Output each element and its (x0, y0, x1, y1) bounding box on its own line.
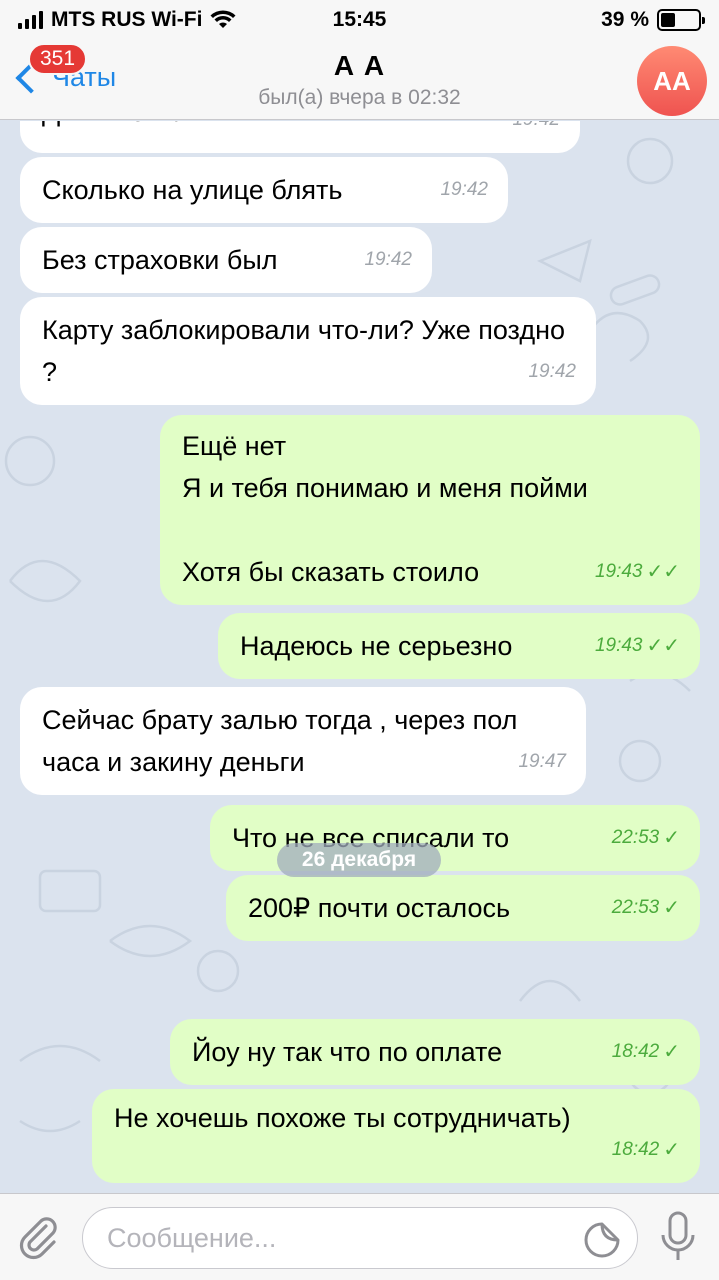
message-time-text: 19:42 (364, 249, 412, 270)
message-time: 19:43 ✓✓ (595, 625, 680, 667)
incoming-message[interactable]: Д Т Т понял 19:42 (20, 121, 580, 153)
message-time: 19:42 (364, 239, 412, 281)
incoming-message[interactable]: Сейчас брату залью тогда , через пол час… (20, 687, 586, 795)
message-text: Сейчас брату залью тогда , через пол час… (42, 705, 518, 777)
message-text: Йоу ну так что по оплате (192, 1037, 503, 1067)
message-text: Сколько на улице блять (42, 175, 343, 205)
check-icon: ✓ (663, 897, 680, 919)
message-list[interactable]: Д Т Т понял 19:42 Сколько на улице блять 19… (0, 121, 719, 1193)
check-icon: ✓ (663, 827, 680, 849)
message-text: Д Т Т понял (42, 121, 470, 133)
avatar[interactable]: AA (637, 46, 707, 116)
message-text: Не хочешь похоже ты сотрудничать) (114, 1103, 571, 1133)
message-time: 19:43 ✓✓ (595, 551, 680, 593)
message-text: Надеюсь не серьезно (240, 631, 513, 661)
message-time-text: 18:42 (611, 1041, 660, 1062)
chat-title[interactable]: А А (0, 50, 719, 82)
message-time-text: 18:42 (611, 1139, 660, 1160)
message-time-text: 19:42 (512, 121, 560, 141)
message-time-text: 19:47 (518, 751, 566, 772)
date-separator: 26 декабря (277, 843, 441, 877)
microphone-icon[interactable] (660, 1211, 696, 1263)
message-time-text: 19:43 (594, 635, 643, 656)
message-text: 200₽ почти осталось (248, 893, 511, 923)
message-time-text: 22:53 (611, 827, 660, 848)
message-time-text: 19:42 (528, 361, 576, 382)
battery-percent: 39 % (601, 8, 649, 31)
message-time: 19:42 (512, 121, 560, 141)
battery-icon (657, 9, 705, 31)
check-icon: ✓ (663, 1041, 680, 1063)
outgoing-message[interactable]: Ещё нет Я и тебя понимаю и меня пойми Хо… (160, 415, 700, 605)
message-time: 19:47 (518, 741, 566, 783)
message-text: Карту заблокировали что-ли? Уже поздно ? (42, 315, 566, 387)
message-time: 19:42 (440, 169, 488, 211)
outgoing-message[interactable]: Надеюсь не серьезно 19:43 ✓✓ (218, 613, 700, 679)
outgoing-message[interactable]: Йоу ну так что по оплате 18:42 ✓ (170, 1019, 700, 1085)
message-time-text: 22:53 (611, 897, 660, 918)
message-time: 22:53 ✓ (612, 887, 680, 929)
message-time: 22:53 ✓ (612, 817, 680, 859)
message-time: 18:42 ✓ (612, 1031, 680, 1073)
incoming-message[interactable]: Карту заблокировали что-ли? Уже поздно ?… (20, 297, 596, 405)
message-time-text: 19:43 (594, 561, 643, 582)
message-input[interactable] (82, 1207, 638, 1269)
paperclip-icon[interactable] (16, 1214, 62, 1260)
input-bar (0, 1193, 719, 1280)
check-icon: ✓ (663, 1139, 680, 1161)
double-check-icon: ✓✓ (646, 635, 680, 657)
outgoing-message[interactable]: 200₽ почти осталось 22:53 ✓ (226, 875, 700, 941)
last-seen-status: был(а) вчера в 02:32 (258, 86, 461, 109)
message-time: 19:42 (528, 351, 576, 393)
message-text: Без страховки был (42, 245, 278, 275)
status-right: 39 % (601, 8, 705, 32)
incoming-message[interactable]: Сколько на улице блять 19:42 (20, 157, 508, 223)
outgoing-message[interactable]: Не хочешь похоже ты сотрудничать) 18:42 ✓ (92, 1089, 700, 1183)
status-bar: MTS RUS Wi-Fi 15:45 39 % (0, 0, 719, 40)
battery-fill (661, 13, 676, 27)
message-time-text: 19:42 (440, 179, 488, 200)
incoming-message[interactable]: Без страховки был 19:42 (20, 227, 432, 293)
double-check-icon: ✓✓ (646, 561, 680, 583)
sticker-icon[interactable] (584, 1222, 620, 1258)
message-time: 18:42 ✓ (612, 1129, 680, 1171)
chat-header: Чаты 351 А А был(а) вчера в 02:32 AA (0, 40, 719, 120)
